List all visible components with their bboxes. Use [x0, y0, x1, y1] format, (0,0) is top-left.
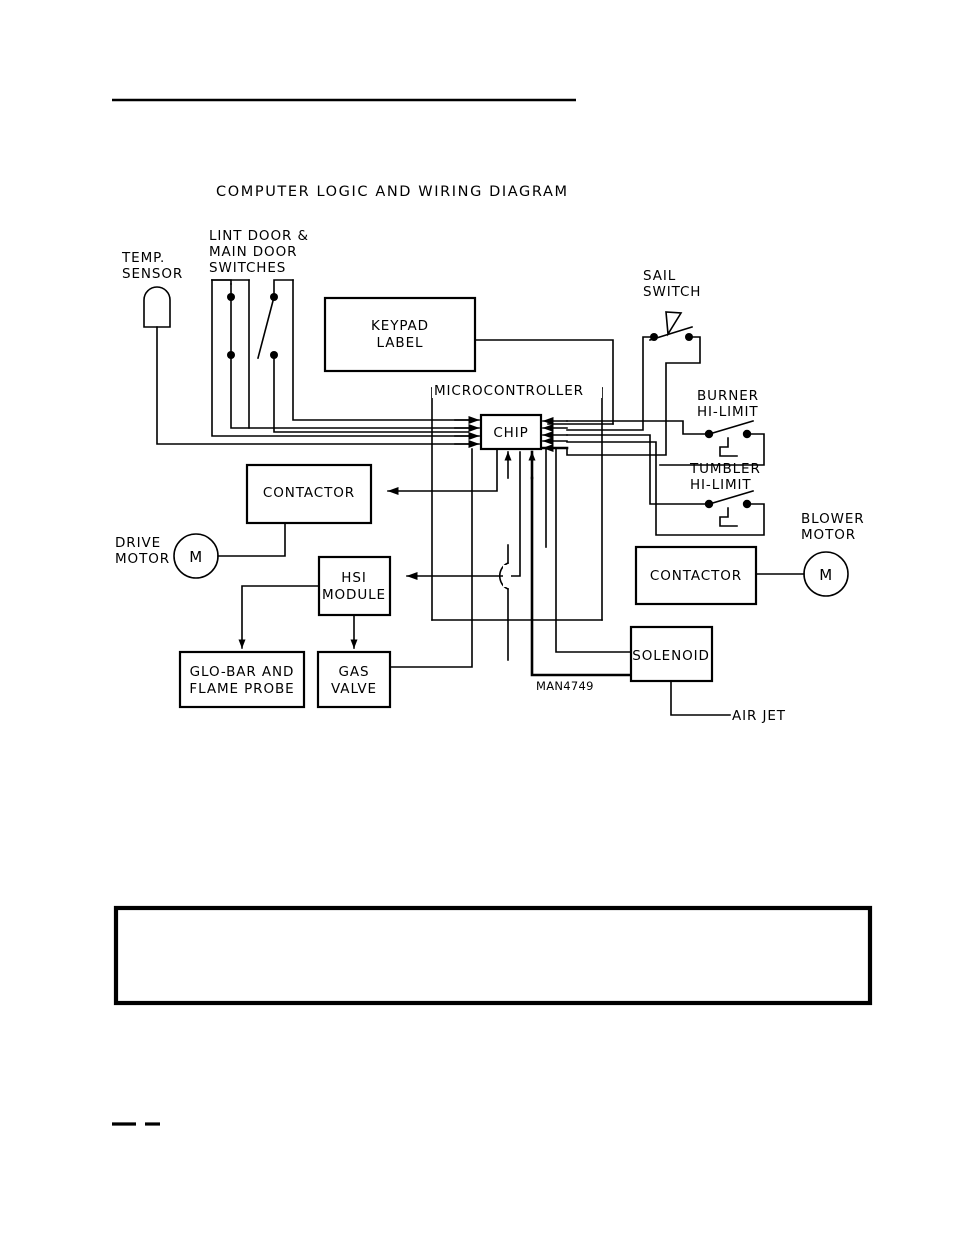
solenoid-label: SOLENOID [632, 648, 710, 664]
wire-hsi-to-glo-bar [238, 585, 320, 649]
door-switches-label-line2: MAIN DOOR [209, 244, 297, 260]
wire-chip-bus-to-contactor-right-2 [530, 476, 638, 677]
tumbler-hi-limit-label-line1: TUMBLER [689, 461, 761, 477]
burner-hi-limit-label-line2: HI-LIMIT [697, 404, 759, 420]
glo-bar-label-line1: GLO-BAR AND [190, 664, 295, 680]
temp-sensor-label-line2: SENSOR [122, 266, 183, 282]
blower-motor-label-line2: MOTOR [801, 527, 856, 543]
door-switches-label-line1: LINT DOOR & [209, 228, 309, 244]
drawing-number-label: MAN4749 [536, 679, 594, 693]
wire-chip-to-hsi-module [406, 451, 521, 580]
wire-chip-bus-to-solenoid [555, 448, 632, 653]
wire-burner-hi-limit-in [566, 420, 710, 435]
microcontroller-label: MICROCONTROLLER [434, 383, 584, 399]
burner-hi-limit-label-line1: BURNER [697, 388, 759, 404]
chip-label: CHIP [493, 425, 528, 441]
drive-motor-label-line2: MOTOR [115, 551, 170, 567]
air-jet-label: AIR JET [732, 708, 786, 724]
gas-valve-label-line2: VALVE [331, 681, 377, 697]
wire-solenoid-to-air-jet [670, 680, 731, 716]
sail-switch-label-line2: SWITCH [643, 284, 701, 300]
page-canvas: COMPUTER LOGIC AND WIRING DIAGRAM TEMP. … [0, 0, 954, 1235]
tumbler-hi-limit-label-line2: HI-LIMIT [690, 477, 752, 493]
blower-motor-label-line1: BLOWER [801, 511, 865, 527]
drive-motor-label-line1: DRIVE [115, 535, 161, 551]
door-switches-label-line3: SWITCHES [209, 260, 286, 276]
drive-motor-symbol-letter: M [189, 548, 203, 566]
burner-hi-limit-bimetal-icon [719, 437, 738, 457]
keypad-label-text-line2: LABEL [377, 335, 424, 351]
contactor-left-label: CONTACTOR [263, 485, 355, 501]
glo-bar-label-line2: FLAME PROBE [189, 681, 294, 697]
temp-sensor-label-line1: TEMP. [121, 250, 165, 266]
keypad-label-text-line1: KEYPAD [371, 318, 429, 334]
sail-switch-label-line1: SAIL [643, 268, 676, 284]
diagram-title: COMPUTER LOGIC AND WIRING DIAGRAM [216, 184, 569, 200]
tumbler-hi-limit-bimetal-icon [719, 507, 738, 527]
hsi-module-label-line1: HSI [341, 570, 366, 586]
hsi-module-block [317, 555, 392, 617]
hsi-module-label-line2: MODULE [322, 587, 386, 603]
blower-motor-symbol-letter: M [819, 566, 833, 584]
wire-contactor-left-to-drive-motor [217, 522, 286, 557]
temp-sensor-probe-icon [143, 286, 171, 328]
wire-gas-valve-to-chip [389, 448, 473, 668]
main-switch-blade [257, 296, 275, 359]
note-box [113, 905, 873, 1006]
gas-valve-label-line1: GAS [339, 664, 370, 680]
wire-hop-gap-mask [503, 565, 511, 587]
wire-tumbler-hi-limit-in [566, 434, 710, 505]
wiring-diagram-sheet: COMPUTER LOGIC AND WIRING DIAGRAM TEMP. … [112, 98, 873, 1126]
wire-chip-to-contactor-left [387, 448, 498, 495]
contactor-right-label: CONTACTOR [650, 568, 742, 584]
